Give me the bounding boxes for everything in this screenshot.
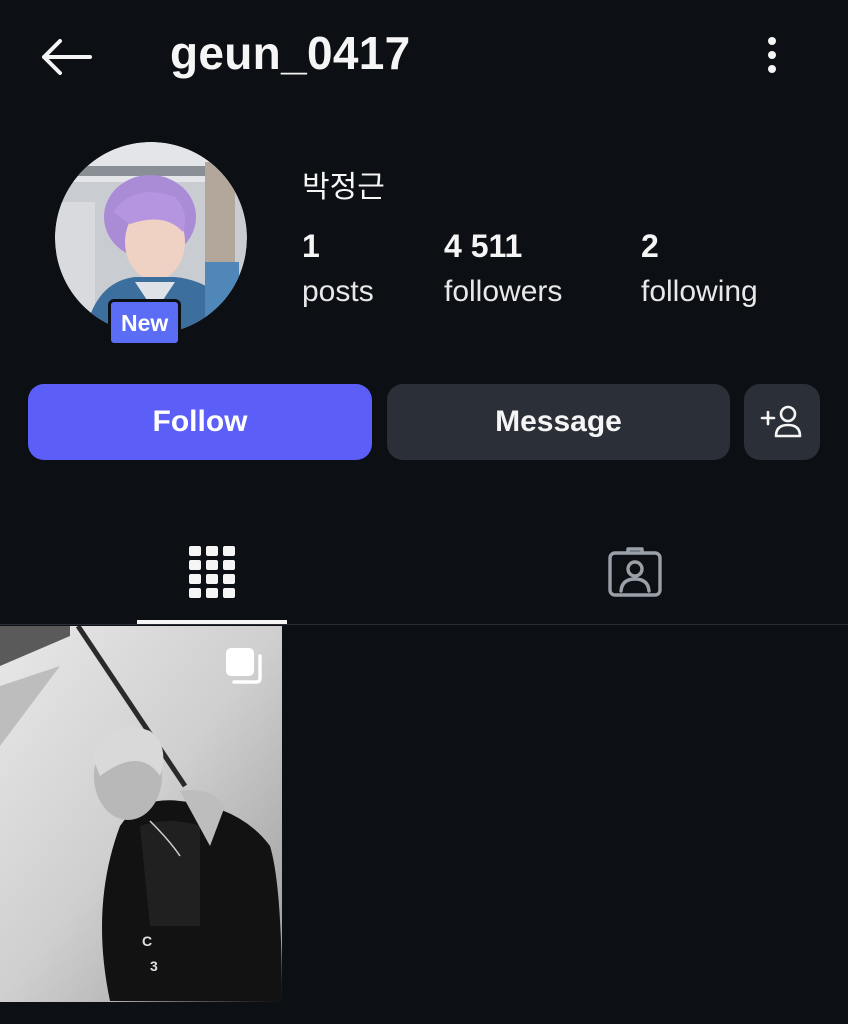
- multiple-images-icon: [226, 648, 262, 684]
- suggested-users-button[interactable]: [744, 384, 820, 460]
- followers-stat[interactable]: 4 511 followers: [444, 228, 562, 309]
- tab-tagged[interactable]: [560, 520, 710, 624]
- posts-stat[interactable]: 1 posts: [302, 228, 374, 309]
- followers-count: 4 511: [444, 228, 523, 264]
- svg-text:3: 3: [150, 958, 158, 974]
- tab-posts-grid[interactable]: [137, 520, 287, 624]
- post-thumbnail[interactable]: C 3: [0, 626, 282, 1002]
- message-button[interactable]: Message: [387, 384, 730, 460]
- more-vertical-icon: [768, 37, 776, 73]
- follow-button[interactable]: Follow: [28, 384, 372, 460]
- followers-label: followers: [444, 275, 563, 308]
- profile-username: geun_0417: [170, 27, 411, 79]
- grid-icon: [189, 546, 235, 598]
- following-label: following: [641, 275, 758, 308]
- add-user-icon: [760, 405, 802, 438]
- posts-label: posts: [302, 275, 374, 308]
- tagged-icon: [608, 547, 662, 597]
- top-bar: geun_0417: [0, 0, 848, 112]
- posts-count: 1: [302, 228, 320, 264]
- arrow-left-icon: [42, 39, 92, 75]
- following-count: 2: [641, 228, 659, 264]
- following-stat[interactable]: 2 following: [641, 228, 758, 309]
- display-name: 박정근: [302, 170, 385, 205]
- new-badge: New: [108, 299, 182, 346]
- svg-text:C: C: [142, 933, 152, 949]
- back-button[interactable]: [36, 32, 96, 82]
- more-options-button[interactable]: [752, 30, 792, 80]
- tabs-divider: [0, 624, 848, 625]
- profile-page: geun_0417 New 박정근 1 posts 4 511 follower…: [0, 0, 848, 1024]
